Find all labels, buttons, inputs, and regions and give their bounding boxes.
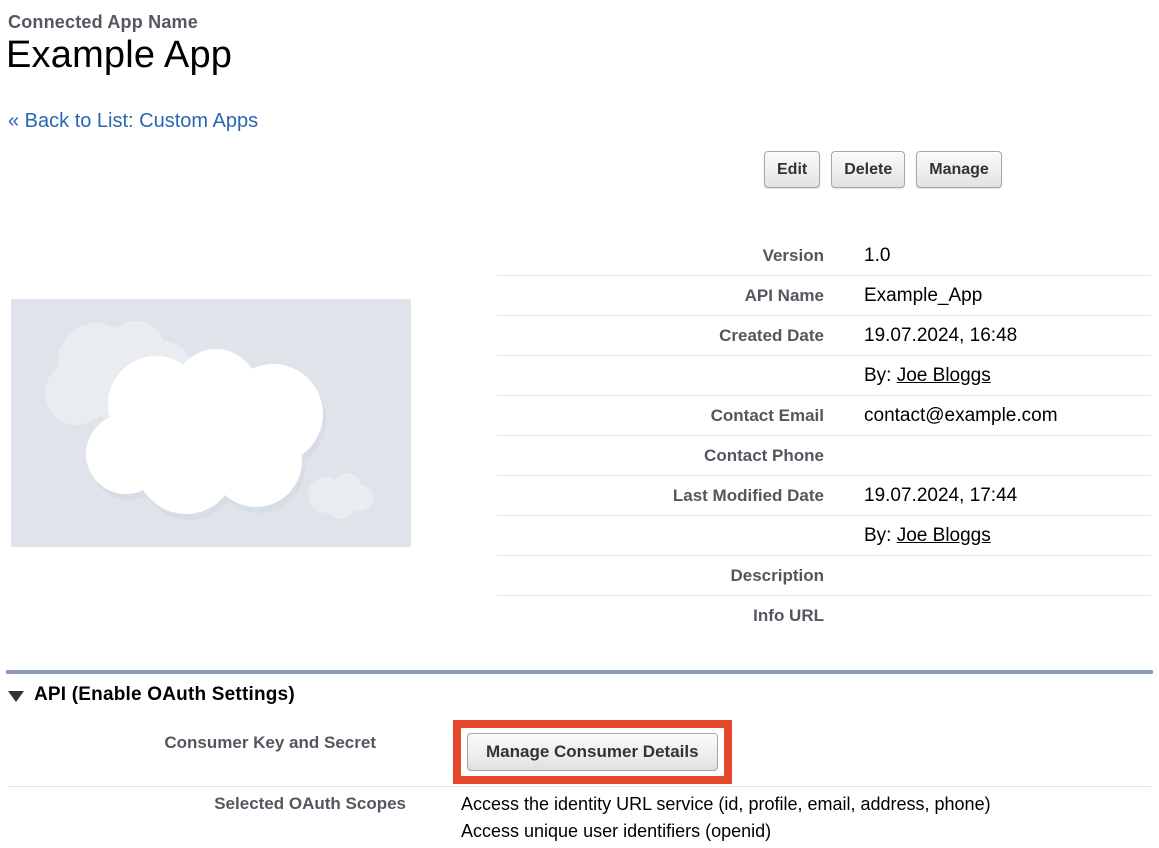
detail-row: Description: [497, 556, 1151, 596]
field-value: By: Joe Bloggs: [824, 525, 991, 547]
manage-consumer-details-button[interactable]: Manage Consumer Details: [467, 733, 718, 771]
edit-button[interactable]: Edit: [764, 151, 820, 188]
field-label: Created Date: [497, 326, 824, 346]
field-label: Version: [497, 246, 824, 266]
triangle-down-icon[interactable]: [8, 691, 24, 702]
detail-row: Info URL: [497, 596, 1151, 636]
detail-row: Version1.0: [497, 236, 1151, 276]
detail-row: Created Date19.07.2024, 16:48: [497, 316, 1151, 356]
toolbar: Edit Delete Manage: [764, 151, 1002, 188]
detail-table: Version1.0API NameExample_AppCreated Dat…: [497, 236, 1151, 636]
field-value: 19.07.2024, 16:48: [824, 325, 1017, 347]
row-divider: [8, 786, 1151, 787]
detail-row: Contact Emailcontact@example.com: [497, 396, 1151, 436]
field-label: Last Modified Date: [497, 486, 824, 506]
field-label: Contact Phone: [497, 446, 824, 466]
field-value: contact@example.com: [824, 405, 1058, 427]
delete-button[interactable]: Delete: [831, 151, 905, 188]
field-label: Description: [497, 566, 824, 586]
detail-row: By: Joe Bloggs: [497, 516, 1151, 556]
back-to-list-link[interactable]: « Back to List: Custom Apps: [8, 110, 258, 133]
manage-button[interactable]: Manage: [916, 151, 1002, 188]
user-link[interactable]: Joe Bloggs: [897, 365, 991, 386]
selected-oauth-scopes-label: Selected OAuth Scopes: [8, 794, 406, 814]
field-label: API Name: [497, 286, 824, 306]
page-title: Example App: [6, 34, 232, 77]
section-divider-bar: [6, 670, 1153, 674]
field-value: By: Joe Bloggs: [824, 365, 991, 387]
field-label: Contact Email: [497, 406, 824, 426]
entity-type-label: Connected App Name: [8, 12, 198, 33]
field-label: Info URL: [497, 606, 824, 626]
detail-row: By: Joe Bloggs: [497, 356, 1151, 396]
user-link[interactable]: Joe Bloggs: [897, 525, 991, 546]
oauth-section-header[interactable]: API (Enable OAuth Settings): [8, 684, 295, 706]
detail-row: Last Modified Date19.07.2024, 17:44: [497, 476, 1151, 516]
oauth-section-title: API (Enable OAuth Settings): [34, 684, 295, 706]
oauth-scope-item: Access the identity URL service (id, pro…: [461, 791, 991, 818]
detail-row: API NameExample_App: [497, 276, 1151, 316]
field-value: Example_App: [824, 285, 982, 307]
highlight-box: Manage Consumer Details: [453, 720, 732, 784]
consumer-key-secret-label: Consumer Key and Secret: [8, 733, 376, 753]
oauth-scopes-value: Access the identity URL service (id, pro…: [461, 791, 991, 845]
cloud-illustration: [11, 299, 411, 547]
app-logo-image: [11, 299, 411, 547]
detail-row: Contact Phone: [497, 436, 1151, 476]
oauth-scope-item: Access unique user identifiers (openid): [461, 818, 991, 845]
field-value: 1.0: [824, 245, 890, 267]
field-value: 19.07.2024, 17:44: [824, 485, 1017, 507]
